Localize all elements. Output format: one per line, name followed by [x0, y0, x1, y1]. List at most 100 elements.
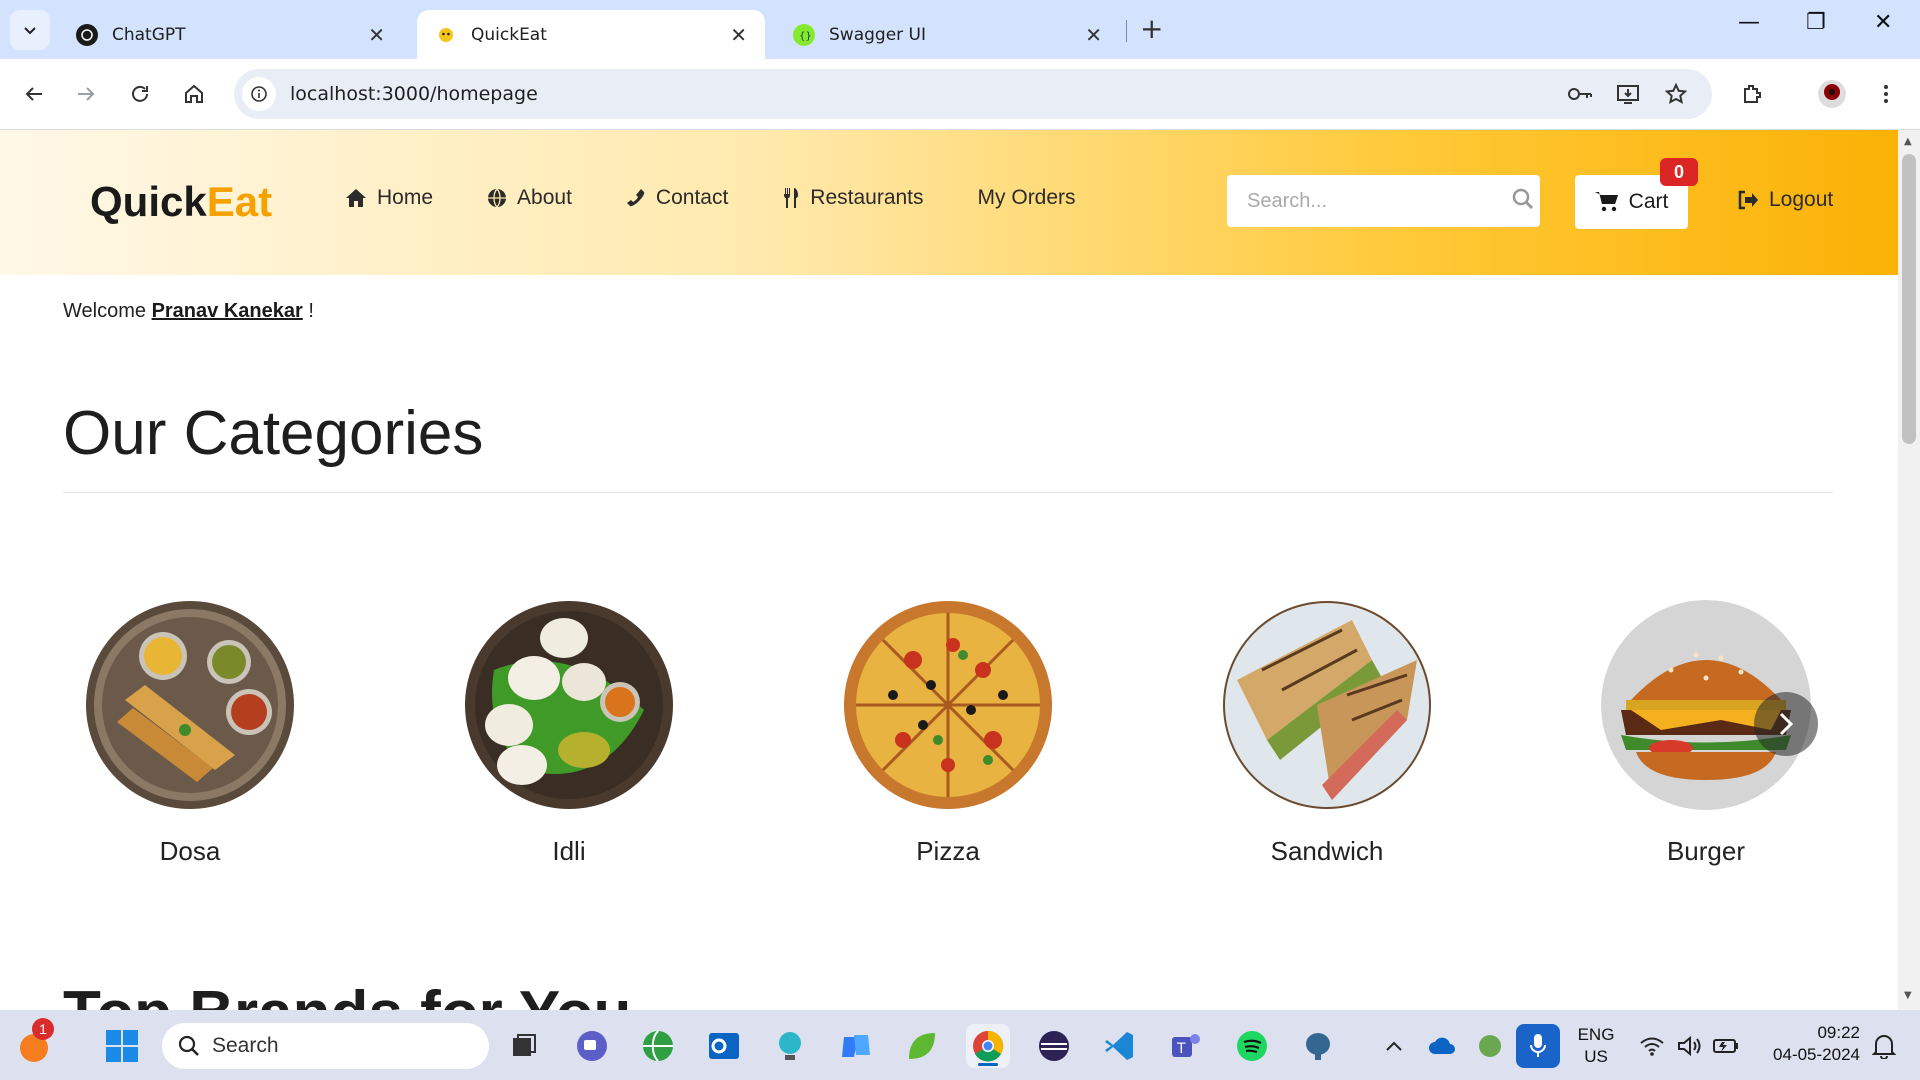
cutlery-icon: [782, 187, 800, 209]
chrome-app[interactable]: [966, 1024, 1010, 1068]
nav-restaurants-label: Restaurants: [810, 186, 924, 209]
carousel-next-button[interactable]: [1754, 692, 1818, 756]
taskbar-search-input[interactable]: [212, 1034, 412, 1058]
close-icon[interactable]: ✕: [368, 23, 385, 47]
chevron-right-icon: [1779, 712, 1794, 736]
battery-tray[interactable]: [1704, 1024, 1748, 1068]
home-icon: [185, 84, 203, 103]
close-icon[interactable]: ✕: [730, 23, 747, 47]
category-card-sandwich[interactable]: Sandwich: [1217, 600, 1437, 867]
bookmark-button[interactable]: [1658, 76, 1694, 112]
brand-accent-text: Eat: [206, 178, 273, 225]
logout-label: Logout: [1769, 188, 1834, 211]
task-view-button[interactable]: [502, 1024, 546, 1068]
battery-icon: [1713, 1039, 1738, 1053]
new-tab-button[interactable]: +: [1140, 12, 1163, 45]
search-input[interactable]: [1247, 189, 1512, 213]
page-content: QuickEat Home About Contact Restaurants …: [0, 130, 1898, 1010]
chrome-icon: [973, 1030, 1004, 1062]
nav-my-orders-label: My Orders: [977, 186, 1076, 209]
reload-button[interactable]: [122, 76, 158, 112]
notification-center-button[interactable]: [1862, 1024, 1906, 1068]
bulb-icon: [779, 1032, 801, 1060]
vpn-tray[interactable]: [1468, 1024, 1512, 1068]
back-button[interactable]: [16, 76, 52, 112]
speaker-icon: [1678, 1035, 1701, 1057]
tab-swagger[interactable]: {} Swagger UI ✕: [775, 10, 1120, 59]
cart-icon: [1594, 191, 1619, 213]
categories-heading: Our Categories: [63, 399, 484, 468]
install-icon: [1617, 85, 1639, 104]
category-card-dosa[interactable]: Dosa: [80, 600, 300, 867]
browser-toolbar: localhost:3000/homepage: [0, 59, 1920, 130]
forward-button[interactable]: [68, 76, 104, 112]
nav-contact[interactable]: Contact: [626, 186, 728, 210]
nav-my-orders[interactable]: My Orders: [978, 186, 1076, 210]
site-info-icon[interactable]: [242, 77, 276, 111]
close-icon[interactable]: ✕: [1085, 23, 1102, 47]
spotify-app[interactable]: [1230, 1024, 1274, 1068]
tab-search-button[interactable]: [10, 10, 50, 50]
window-close-button[interactable]: ✕: [1874, 10, 1892, 35]
browser-menu-button[interactable]: [1868, 76, 1904, 112]
restore-button[interactable]: ❐: [1806, 10, 1826, 35]
vscode-app[interactable]: [1098, 1024, 1142, 1068]
copilot-icon: [842, 1035, 870, 1057]
swagger-icon: {}: [793, 23, 815, 46]
teams-app[interactable]: T: [1164, 1024, 1208, 1068]
active-indicator: [978, 1063, 998, 1066]
password-manager-button[interactable]: [1562, 76, 1598, 112]
onedrive-tray[interactable]: [1420, 1024, 1464, 1068]
microphone-icon: [1530, 1034, 1546, 1057]
tab-quickeat[interactable]: QuickEat ✕: [417, 10, 765, 59]
teams-chat-app[interactable]: [570, 1024, 614, 1068]
nav-contact-label: Contact: [655, 186, 729, 209]
postgres-app[interactable]: [1296, 1024, 1340, 1068]
dosa-image: [85, 600, 295, 810]
nav-restaurants[interactable]: Restaurants: [782, 186, 924, 210]
nav-about[interactable]: About: [487, 186, 572, 210]
eclipse-app[interactable]: [1032, 1024, 1076, 1068]
tab-chatgpt[interactable]: ChatGPT ✕: [58, 10, 403, 59]
user-name-link[interactable]: Pranav Kanekar: [152, 300, 303, 322]
install-app-button[interactable]: [1610, 76, 1646, 112]
language-code: ENG: [1577, 1025, 1615, 1044]
brand-main-text: Quick: [90, 178, 207, 225]
more-vertical-icon: [1884, 85, 1888, 103]
puzzle-icon: [1744, 85, 1761, 103]
url-text[interactable]: localhost:3000/homepage: [290, 83, 538, 105]
brand-logo[interactable]: QuickEat: [90, 178, 272, 226]
profile-avatar[interactable]: [1814, 76, 1850, 112]
category-card-pizza[interactable]: Pizza: [838, 600, 1058, 867]
page-scrollbar[interactable]: ▲ ▼: [1898, 130, 1920, 1010]
scrollbar-thumb[interactable]: [1902, 154, 1916, 444]
show-hidden-icons-button[interactable]: [1372, 1024, 1416, 1068]
logout-button[interactable]: Logout: [1737, 188, 1833, 212]
search-icon[interactable]: [1512, 188, 1534, 214]
edu-app[interactable]: [768, 1024, 812, 1068]
extensions-button[interactable]: [1734, 76, 1770, 112]
sign-out-icon: [1737, 190, 1759, 210]
language-indicator[interactable]: ENG US: [1574, 1024, 1618, 1068]
tab-title: ChatGPT: [112, 24, 186, 45]
category-card-idli[interactable]: Idli: [459, 600, 679, 867]
outlook-app[interactable]: [702, 1024, 746, 1068]
scroll-down-arrow[interactable]: ▼: [1904, 990, 1912, 1001]
scroll-up-arrow[interactable]: ▲: [1904, 136, 1912, 147]
cart-count-badge: 0: [1660, 158, 1698, 186]
minimize-button[interactable]: —: [1738, 10, 1760, 35]
copilot-app[interactable]: [834, 1024, 878, 1068]
task-view-icon: [513, 1034, 536, 1056]
globe-icon: [643, 1030, 673, 1062]
start-button[interactable]: [100, 1024, 144, 1068]
welcome-suffix: !: [308, 300, 314, 322]
spring-tool-app[interactable]: [900, 1024, 944, 1068]
address-bar[interactable]: localhost:3000/homepage: [234, 69, 1712, 119]
globe-icon: [487, 188, 507, 208]
home-button[interactable]: [176, 76, 212, 112]
globe-app[interactable]: [636, 1024, 680, 1068]
microphone-tray[interactable]: [1516, 1024, 1560, 1068]
nav-home[interactable]: Home: [345, 186, 433, 210]
taskbar-search[interactable]: [162, 1023, 489, 1069]
clock[interactable]: 09:22 04-05-2024: [1756, 1022, 1860, 1066]
